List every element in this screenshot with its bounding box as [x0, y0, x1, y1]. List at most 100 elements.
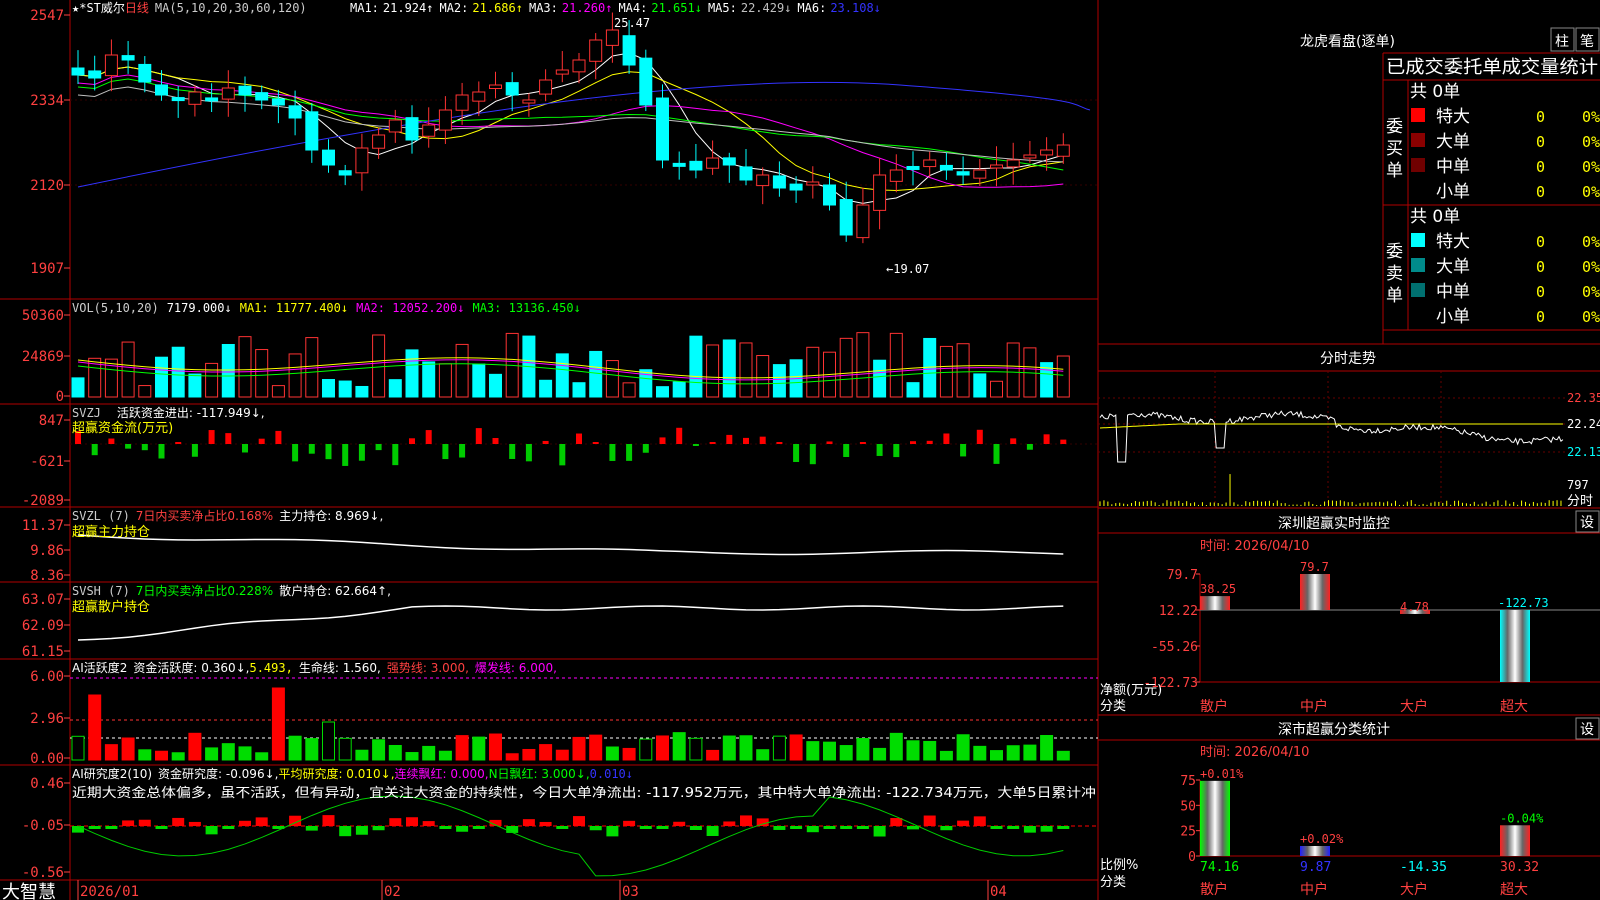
volume-bar: [405, 349, 419, 398]
svzj-bar: [392, 444, 399, 466]
order-percent: 0%: [1582, 283, 1600, 301]
sz-monitor-y-tick: 12.22: [1159, 604, 1198, 619]
svzj-header: SVZJ 活跃资金进出: -117.949↓,: [72, 405, 265, 420]
ai-research-bar: [172, 817, 185, 826]
sz-class-y-tick: 0: [1188, 850, 1196, 865]
svzj-bar: [141, 444, 148, 451]
intraday-price-label: 22.13: [1567, 445, 1600, 459]
svzj-bar: [258, 438, 265, 444]
volume-bar: [255, 349, 269, 398]
ai-activity-bar: [555, 749, 569, 761]
svzj-bar: [158, 444, 165, 459]
volume-bar: [722, 339, 736, 398]
volume-bar: [873, 359, 887, 398]
vol-ma1: MA1: 11777.400↓: [240, 301, 348, 315]
ai-research-bar: [372, 826, 385, 831]
svzj-bar: [225, 433, 232, 444]
ma-legend-label: MA6:: [797, 1, 826, 15]
sz-class-settings-button[interactable]: 设: [1575, 717, 1600, 740]
volume-bar: [271, 385, 285, 398]
sz-monitor-settings-button[interactable]: 设: [1575, 510, 1600, 533]
ai-activity-bar: [873, 747, 887, 761]
svzj-bar: [1026, 444, 1033, 450]
sz-monitor-bar: [1200, 596, 1230, 611]
ai-activity-bar: [906, 740, 920, 761]
ai-research-bar: [740, 815, 752, 826]
volume-bar: [205, 362, 219, 398]
ai-research-bar: [255, 817, 268, 826]
ai-research-bar: [122, 820, 135, 826]
ma-legend-value: 21.651↓: [651, 1, 702, 15]
candlestick: [1023, 154, 1037, 159]
intraday-price-label: 22.35: [1567, 391, 1600, 405]
stock-name: ★*ST威尔: [72, 0, 125, 15]
ai-research-red: 连续飘红: 0.000,: [395, 766, 489, 781]
tick-mode-button[interactable]: 笔: [1575, 27, 1600, 52]
order-total: 共 0单: [1410, 82, 1460, 102]
svzj-bar: [926, 440, 933, 444]
candlestick: [856, 204, 870, 239]
intraday-price-label: 22.24: [1567, 417, 1600, 431]
moving-average-line: [77, 52, 1064, 204]
candlestick: [104, 54, 118, 77]
left-axis: 2547 2334 2120 1907 50360 24869 0 847 -621 -2089 1…: [22, 8, 70, 881]
svzj-bar: [1060, 439, 1067, 444]
volume-bar: [305, 337, 319, 398]
ai-research-bar: [623, 820, 636, 826]
sz-monitor-time: 时间: 2026/04/10: [1200, 539, 1309, 554]
vol-ma2: MA2: 12052.200↓: [356, 301, 464, 315]
ai-activity-bar: [205, 747, 219, 761]
sz-class-bar: [1200, 780, 1230, 856]
ma-legend-label: MA1:: [350, 1, 379, 15]
ai-research-bar: [439, 826, 452, 829]
svzj-bar: [208, 430, 215, 444]
svzj-bar: [943, 433, 950, 444]
order-color-swatch: [1411, 158, 1425, 172]
ai-activity-value2: 5.493,: [249, 661, 292, 675]
sz-monitor-x-label: 分类: [1100, 699, 1126, 714]
svsh-header: SVSH (7) 7日内买卖净占比0.228% 散户持仓: 62.664↑,: [72, 583, 391, 598]
ai-research-bar: [773, 826, 786, 830]
candlestick: [789, 183, 803, 191]
candlestick: [1040, 149, 1054, 156]
ai-research-avg: 平均研究度: 0.010↓,: [278, 766, 394, 781]
ai-research-bar: [1007, 826, 1020, 829]
svsh-tick: 62.09: [22, 618, 64, 634]
ai-research-bar: [506, 826, 519, 833]
ai-activity-bar: [438, 750, 452, 761]
svzj-subtitle: 超赢资金流(万元): [72, 420, 173, 436]
ai-activity-bar: [104, 744, 118, 761]
svzj-bar: [609, 444, 616, 461]
ai-activity-bars: [70, 677, 1098, 761]
ai-active-tick: 0.00: [30, 751, 64, 767]
sz-class-category: 超大: [1500, 882, 1528, 898]
sz-monitor-bar-value: 4.78: [1400, 600, 1429, 614]
ai-research-bar: [639, 826, 652, 829]
ai-research-bar: [305, 826, 318, 831]
candlestick: [271, 98, 285, 106]
ai-strongline: 强势线: 3.000,: [387, 661, 469, 675]
candlestick: [505, 82, 519, 96]
intraday-price-line: [1099, 410, 1564, 463]
ai-research-bar: [556, 826, 569, 829]
ai-activity-bar: [489, 733, 502, 761]
candlestick: [405, 117, 419, 141]
volume-bar: [589, 350, 603, 398]
vol-tick: 0: [56, 389, 64, 405]
candlestick: [1056, 144, 1070, 157]
order-percent: 0%: [1582, 308, 1600, 326]
sz-class-change: -0.04%: [1500, 811, 1544, 825]
date-tick: 03: [622, 884, 639, 900]
volume-bar: [422, 361, 436, 398]
volume-bar: [355, 385, 369, 398]
svzj-bar: [108, 438, 115, 444]
ai-activity-bar: [923, 740, 937, 761]
ai-activity-bar: [88, 694, 102, 761]
candlestick: [672, 162, 686, 167]
side-label-char: 委: [1386, 242, 1403, 262]
volume-bar: [656, 386, 669, 398]
ai-research-bar: [907, 826, 919, 830]
bar-mode-button[interactable]: 柱: [1550, 27, 1575, 52]
ai-activity-bar: [422, 745, 436, 761]
svzj-bar: [910, 441, 916, 444]
